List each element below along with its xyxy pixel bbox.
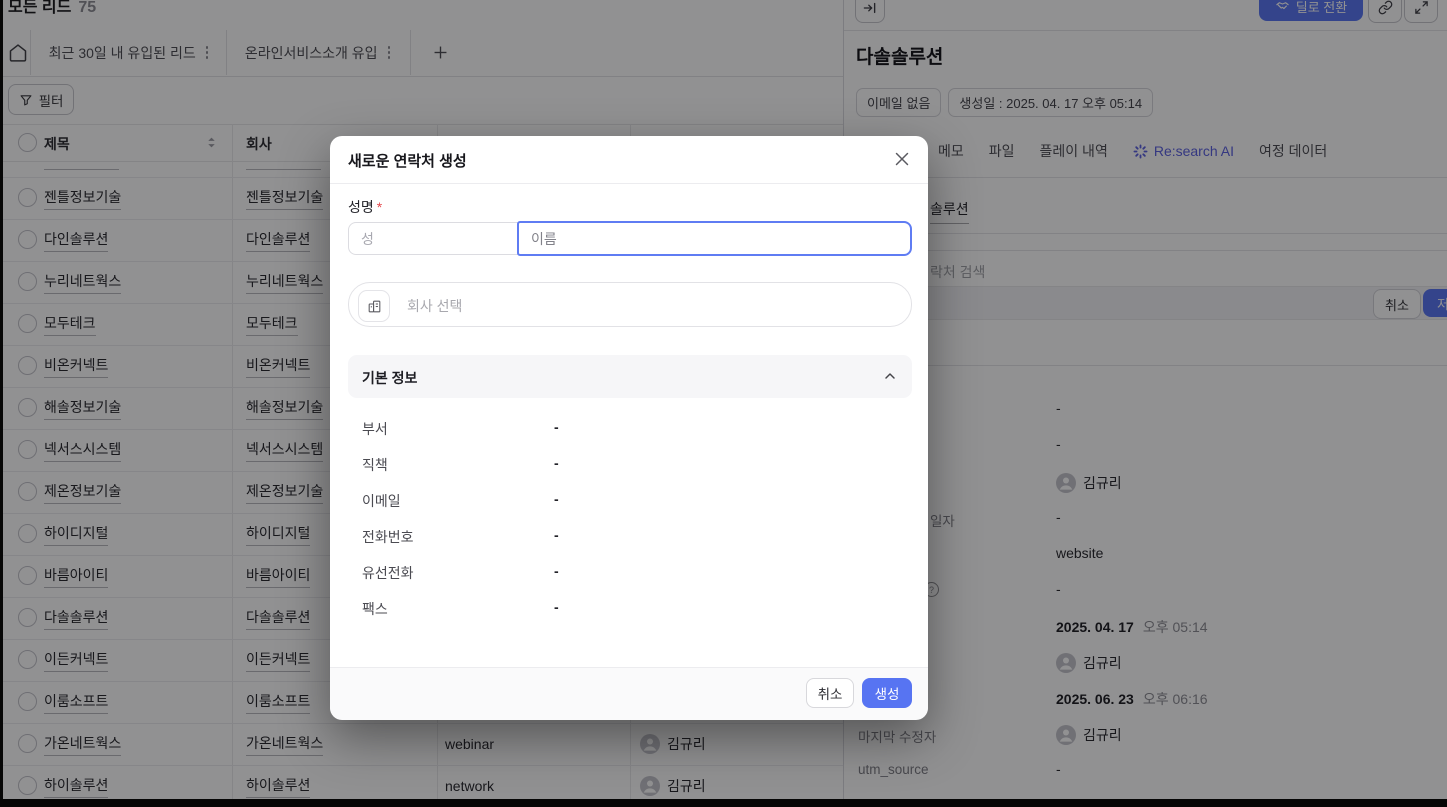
chevron-up-icon[interactable] [882, 368, 898, 384]
field-value: - [554, 491, 559, 507]
modal-field-row: 이메일 - [330, 489, 928, 511]
modal-header: 새로운 연락처 생성 [330, 136, 928, 184]
field-label: 팩스 [362, 601, 388, 617]
modal-field-row: 유선전화 - [330, 561, 928, 583]
company-building-icon[interactable] [358, 290, 390, 322]
first-name-input[interactable] [517, 221, 912, 256]
field-value: - [554, 527, 559, 543]
basic-info-section-header[interactable]: 기본 정보 [348, 355, 912, 398]
field-value: - [554, 599, 559, 615]
screen-edge-left [0, 0, 3, 807]
name-field-label: 성명 * [348, 197, 382, 217]
field-label: 유선전화 [362, 565, 414, 581]
field-label: 직책 [362, 457, 388, 473]
company-select[interactable]: 회사 선택 [348, 282, 912, 327]
modal-field-row: 팩스 - [330, 597, 928, 619]
modal-footer: 취소 생성 [330, 667, 928, 720]
close-icon[interactable] [892, 149, 912, 169]
field-value: - [554, 455, 559, 471]
name-label-text: 성명 [348, 199, 374, 215]
modal-title: 새로운 연락처 생성 [348, 153, 467, 170]
create-button[interactable]: 생성 [862, 678, 912, 708]
modal-field-row: 직책 - [330, 453, 928, 475]
field-value: - [554, 563, 559, 579]
modal-field-row: 전화번호 - [330, 525, 928, 547]
field-label: 이메일 [362, 493, 401, 509]
field-label: 부서 [362, 421, 388, 437]
last-name-input[interactable] [348, 222, 518, 255]
modal-field-row: 부서 - [330, 417, 928, 439]
field-value: - [554, 419, 559, 435]
app-window: 모든 리드 75 최근 30일 내 유입된 리드 온라인서비스소개 유입 필터 제… [0, 0, 1447, 807]
required-mark: * [376, 199, 383, 215]
field-label: 전화번호 [362, 529, 414, 545]
screen-edge-bottom [0, 799, 1447, 807]
basic-info-title: 기본 정보 [362, 370, 418, 386]
create-contact-modal: 새로운 연락처 생성 성명* 회사 선택 기본 정보 부서 - [330, 136, 928, 720]
cancel-button[interactable]: 취소 [806, 678, 854, 708]
company-select-placeholder: 회사 선택 [407, 298, 463, 314]
